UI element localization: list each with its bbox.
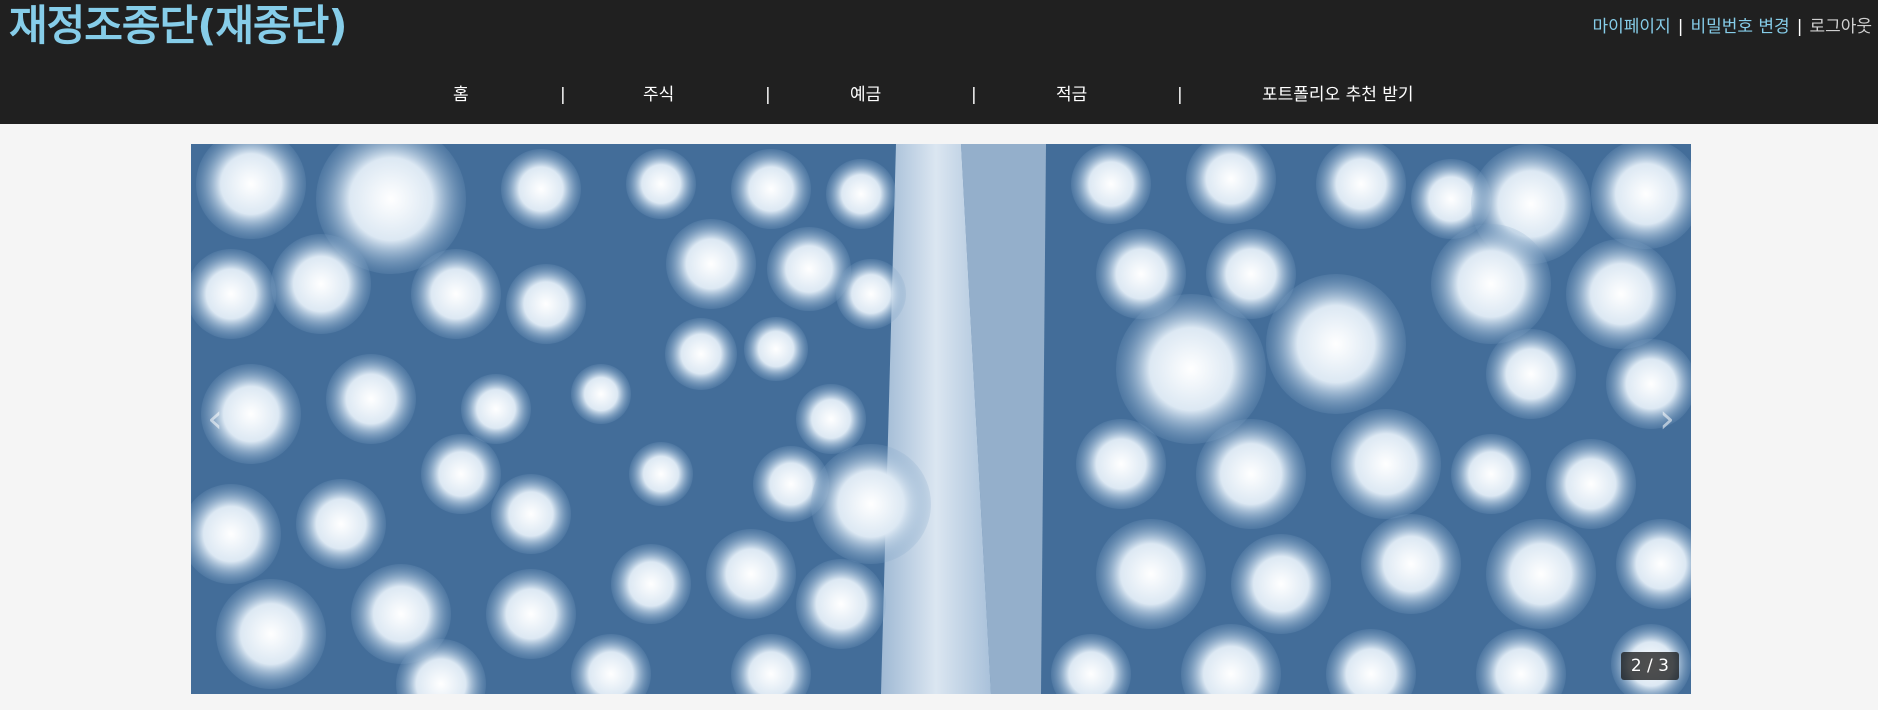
carousel-next-arrow[interactable]: › xyxy=(1647,394,1687,444)
nav-separator: | xyxy=(560,85,566,105)
slide-counter: 2 / 3 xyxy=(1620,652,1679,680)
nav-portfolio-recommend[interactable]: 포트폴리오 추천 받기 xyxy=(1262,82,1414,108)
logout-link[interactable]: 로그아웃 xyxy=(1809,17,1872,37)
link-separator: | xyxy=(1677,17,1684,37)
link-separator: | xyxy=(1796,17,1803,37)
main-nav: 홈 | 주식 | 예금 | 적금 | 포트폴리오 추천 받기 xyxy=(0,82,1878,108)
nav-stocks[interactable]: 주식 xyxy=(643,82,674,108)
site-title[interactable]: 재정조종단(재종단) xyxy=(9,0,348,54)
nav-home[interactable]: 홈 xyxy=(453,82,469,108)
user-links: 마이페이지 | 비밀번호 변경 | 로그아웃 xyxy=(1593,16,1872,38)
carousel-prev-arrow[interactable]: ‹ xyxy=(195,394,235,444)
nav-savings[interactable]: 적금 xyxy=(1056,82,1087,108)
change-password-link[interactable]: 비밀번호 변경 xyxy=(1690,17,1789,37)
nav-separator: | xyxy=(1177,85,1183,105)
image-carousel[interactable]: ‹ › 2 / 3 xyxy=(191,144,1691,694)
snowy-forest-image xyxy=(191,144,1691,694)
nav-deposits[interactable]: 예금 xyxy=(850,82,881,108)
mypage-link[interactable]: 마이페이지 xyxy=(1593,17,1671,37)
nav-separator: | xyxy=(971,85,977,105)
top-header: 재정조종단(재종단) 마이페이지 | 비밀번호 변경 | 로그아웃 홈 | 주식 | 예… xyxy=(0,0,1878,124)
nav-separator: | xyxy=(765,85,771,105)
